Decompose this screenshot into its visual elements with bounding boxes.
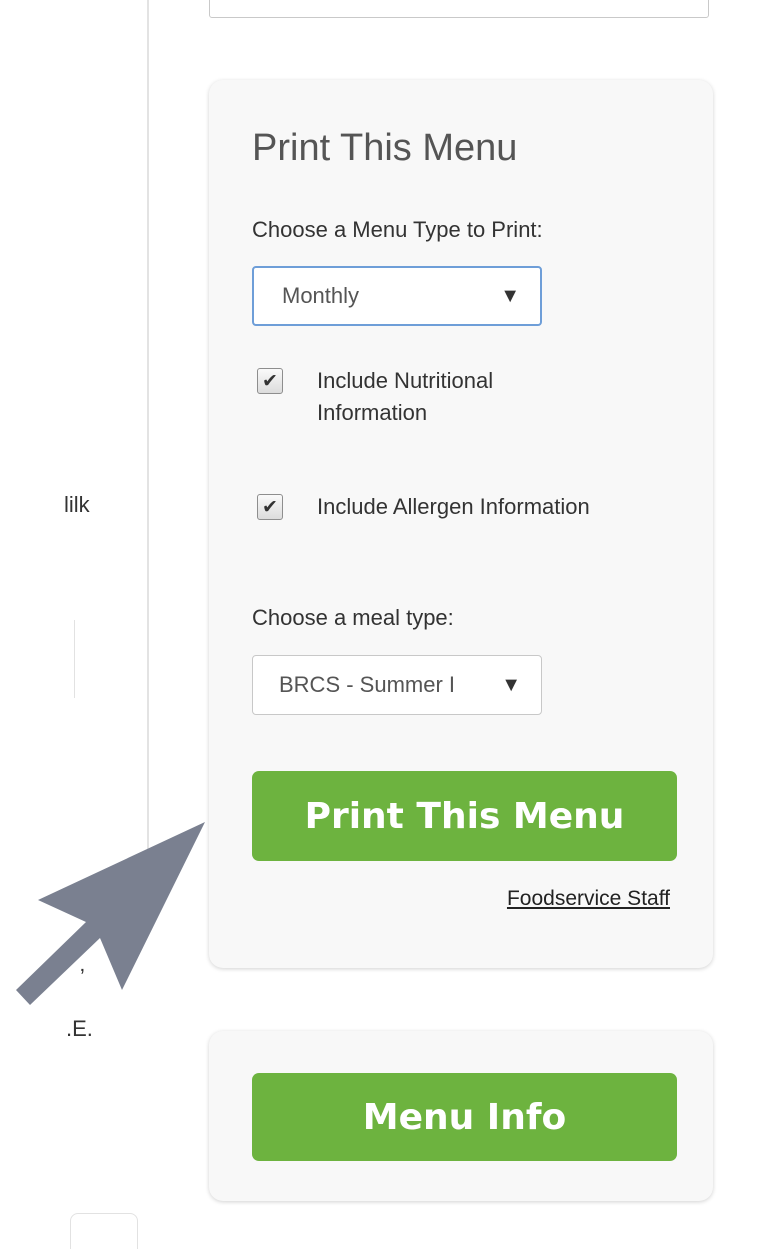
- column-divider: [147, 0, 149, 890]
- annotation-arrow-icon: [16, 822, 205, 1005]
- nutritional-checkbox[interactable]: ✔: [257, 368, 283, 394]
- left-content-edge: [60, 620, 75, 698]
- nutritional-checkbox-row[interactable]: ✔ Include Nutritional Information: [257, 365, 597, 429]
- milk-text-fragment: lilk: [64, 492, 90, 517]
- menu-info-card: Menu Info: [209, 1031, 713, 1201]
- print-card-title: Print This Menu: [252, 127, 518, 169]
- left-bottom-panel: [70, 1213, 138, 1249]
- menu-info-button[interactable]: Menu Info: [252, 1073, 677, 1161]
- meal-type-value: BRCS - Summer I: [279, 672, 456, 697]
- allergen-checkbox-row[interactable]: ✔ Include Allergen Information: [257, 491, 597, 523]
- meal-type-select[interactable]: BRCS - Summer I ▼: [252, 655, 542, 715]
- nutritional-checkbox-label[interactable]: Include Nutritional Information: [317, 365, 597, 429]
- chevron-down-icon: ▼: [500, 284, 520, 307]
- allergen-checkbox-label[interactable]: Include Allergen Information: [317, 491, 597, 523]
- meal-type-label: Choose a meal type:: [252, 605, 454, 630]
- menu-type-select[interactable]: Monthly ▼: [252, 266, 542, 326]
- foodservice-staff-link[interactable]: Foodservice Staff: [507, 887, 670, 911]
- menu-type-value: Monthly: [282, 283, 360, 308]
- menu-type-label: Choose a Menu Type to Print:: [252, 217, 543, 242]
- chevron-down-icon: ▼: [501, 673, 521, 696]
- print-menu-button[interactable]: Print This Menu: [252, 771, 677, 861]
- page: lilk ʼ .E. Print This Menu Choose a Menu…: [0, 0, 779, 1249]
- print-menu-card: Print This Menu Choose a Menu Type to Pr…: [209, 80, 713, 968]
- allergen-checkbox[interactable]: ✔: [257, 494, 283, 520]
- top-input-box[interactable]: [209, 0, 709, 18]
